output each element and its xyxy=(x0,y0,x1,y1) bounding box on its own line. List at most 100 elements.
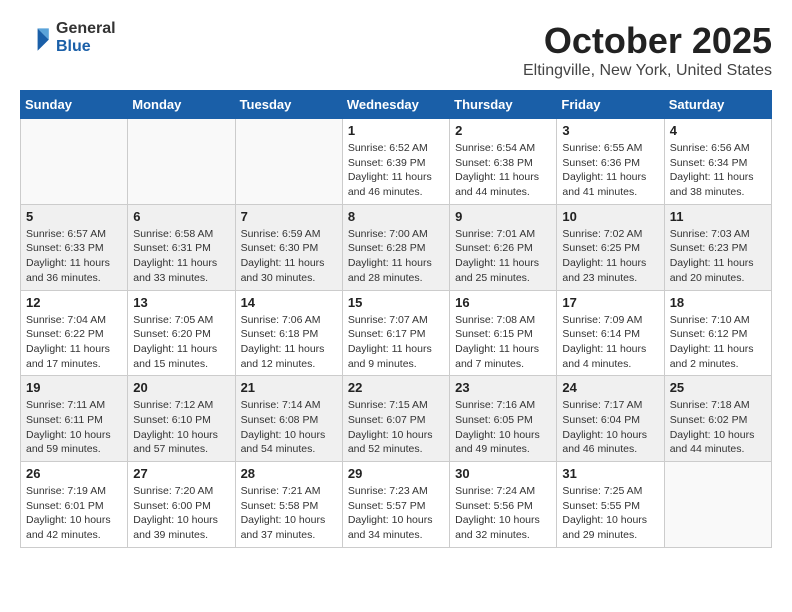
calendar-day-cell: 7 Sunrise: 6:59 AM Sunset: 6:30 PM Daylig… xyxy=(235,204,342,290)
day-number: 13 xyxy=(133,295,229,310)
day-number: 8 xyxy=(348,209,444,224)
calendar-day-cell: 27 Sunrise: 7:20 AM Sunset: 6:00 PM Dayli… xyxy=(128,462,235,548)
calendar-week-row: 12 Sunrise: 7:04 AM Sunset: 6:22 PM Dayli… xyxy=(21,290,772,376)
day-number: 26 xyxy=(26,466,122,481)
location: Eltingville, New York, United States xyxy=(523,62,772,80)
day-info: Sunrise: 7:03 AM Sunset: 6:23 PM Dayligh… xyxy=(670,227,766,286)
day-info: Sunrise: 7:11 AM Sunset: 6:11 PM Dayligh… xyxy=(26,398,122,457)
calendar-day-cell: 9Sunrise: 7:01 AM Sunset: 6:26 PM Daylig… xyxy=(450,204,557,290)
day-number: 23 xyxy=(455,380,551,395)
day-info: Sunrise: 7:02 AM Sunset: 6:25 PM Dayligh… xyxy=(562,227,658,286)
calendar-header-thursday: Thursday xyxy=(450,91,557,119)
day-info: Sunrise: 6:55 AM Sunset: 6:36 PM Dayligh… xyxy=(562,141,658,200)
page-header: General Blue October 2025 Eltingville, N… xyxy=(20,20,772,80)
calendar-day-cell: 4Sunrise: 6:56 AM Sunset: 6:34 PM Daylig… xyxy=(664,119,771,205)
calendar-day-cell: 17 Sunrise: 7:09 AM Sunset: 6:14 PM Dayli… xyxy=(557,290,664,376)
calendar-day-cell: 18 Sunrise: 7:10 AM Sunset: 6:12 PM Dayli… xyxy=(664,290,771,376)
calendar-day-cell: 10 Sunrise: 7:02 AM Sunset: 6:25 PM Dayli… xyxy=(557,204,664,290)
calendar-day-cell xyxy=(235,119,342,205)
day-number: 28 xyxy=(241,466,337,481)
day-info: Sunrise: 6:56 AM Sunset: 6:34 PM Dayligh… xyxy=(670,141,766,200)
title-block: October 2025 Eltingville, New York, Unit… xyxy=(523,20,772,80)
calendar-header-monday: Monday xyxy=(128,91,235,119)
day-number: 21 xyxy=(241,380,337,395)
calendar-day-cell: 15 Sunrise: 7:07 AM Sunset: 6:17 PM Dayli… xyxy=(342,290,449,376)
day-number: 1 xyxy=(348,123,444,138)
day-info: Sunrise: 7:20 AM Sunset: 6:00 PM Dayligh… xyxy=(133,484,229,543)
month-title: October 2025 xyxy=(523,20,772,62)
day-info: Sunrise: 7:25 AM Sunset: 5:55 PM Dayligh… xyxy=(562,484,658,543)
day-info: Sunrise: 7:05 AM Sunset: 6:20 PM Dayligh… xyxy=(133,313,229,372)
calendar-header-friday: Friday xyxy=(557,91,664,119)
day-info: Sunrise: 7:14 AM Sunset: 6:08 PM Dayligh… xyxy=(241,398,337,457)
calendar-day-cell: 12 Sunrise: 7:04 AM Sunset: 6:22 PM Dayli… xyxy=(21,290,128,376)
day-number: 2 xyxy=(455,123,551,138)
day-number: 27 xyxy=(133,466,229,481)
day-info: Sunrise: 6:52 AM Sunset: 6:39 PM Dayligh… xyxy=(348,141,444,200)
day-info: Sunrise: 7:09 AM Sunset: 6:14 PM Dayligh… xyxy=(562,313,658,372)
day-number: 25 xyxy=(670,380,766,395)
calendar-header-tuesday: Tuesday xyxy=(235,91,342,119)
calendar-day-cell: 14Sunrise: 7:06 AM Sunset: 6:18 PM Dayli… xyxy=(235,290,342,376)
day-info: Sunrise: 7:10 AM Sunset: 6:12 PM Dayligh… xyxy=(670,313,766,372)
calendar-day-cell: 25Sunrise: 7:18 AM Sunset: 6:02 PM Dayli… xyxy=(664,376,771,462)
day-info: Sunrise: 7:12 AM Sunset: 6:10 PM Dayligh… xyxy=(133,398,229,457)
day-info: Sunrise: 7:15 AM Sunset: 6:07 PM Dayligh… xyxy=(348,398,444,457)
calendar-week-row: 1 Sunrise: 6:52 AM Sunset: 6:39 PM Daylig… xyxy=(21,119,772,205)
calendar-week-row: 19 Sunrise: 7:11 AM Sunset: 6:11 PM Dayli… xyxy=(21,376,772,462)
day-info: Sunrise: 7:21 AM Sunset: 5:58 PM Dayligh… xyxy=(241,484,337,543)
calendar-day-cell: 19 Sunrise: 7:11 AM Sunset: 6:11 PM Dayli… xyxy=(21,376,128,462)
day-info: Sunrise: 7:04 AM Sunset: 6:22 PM Dayligh… xyxy=(26,313,122,372)
day-info: Sunrise: 7:06 AM Sunset: 6:18 PM Dayligh… xyxy=(241,313,337,372)
calendar-day-cell: 23 Sunrise: 7:16 AM Sunset: 6:05 PM Dayli… xyxy=(450,376,557,462)
calendar-week-row: 26Sunrise: 7:19 AM Sunset: 6:01 PM Dayli… xyxy=(21,462,772,548)
calendar-day-cell: 3 Sunrise: 6:55 AM Sunset: 6:36 PM Daylig… xyxy=(557,119,664,205)
calendar-header-saturday: Saturday xyxy=(664,91,771,119)
calendar-day-cell: 11 Sunrise: 7:03 AM Sunset: 6:23 PM Dayli… xyxy=(664,204,771,290)
day-info: Sunrise: 7:23 AM Sunset: 5:57 PM Dayligh… xyxy=(348,484,444,543)
day-info: Sunrise: 7:24 AM Sunset: 5:56 PM Dayligh… xyxy=(455,484,551,543)
calendar-day-cell: 2 Sunrise: 6:54 AM Sunset: 6:38 PM Daylig… xyxy=(450,119,557,205)
day-info: Sunrise: 6:59 AM Sunset: 6:30 PM Dayligh… xyxy=(241,227,337,286)
day-number: 15 xyxy=(348,295,444,310)
calendar-day-cell: 21 Sunrise: 7:14 AM Sunset: 6:08 PM Dayli… xyxy=(235,376,342,462)
day-number: 11 xyxy=(670,209,766,224)
day-number: 3 xyxy=(562,123,658,138)
day-info: Sunrise: 7:07 AM Sunset: 6:17 PM Dayligh… xyxy=(348,313,444,372)
calendar-day-cell xyxy=(21,119,128,205)
day-number: 31 xyxy=(562,466,658,481)
day-info: Sunrise: 6:54 AM Sunset: 6:38 PM Dayligh… xyxy=(455,141,551,200)
calendar-header-sunday: Sunday xyxy=(21,91,128,119)
calendar-day-cell: 22Sunrise: 7:15 AM Sunset: 6:07 PM Dayli… xyxy=(342,376,449,462)
calendar-day-cell: 8 Sunrise: 7:00 AM Sunset: 6:28 PM Daylig… xyxy=(342,204,449,290)
day-info: Sunrise: 6:57 AM Sunset: 6:33 PM Dayligh… xyxy=(26,227,122,286)
calendar-table: SundayMondayTuesdayWednesdayThursdayFrid… xyxy=(20,90,772,548)
logo-text: General Blue xyxy=(56,20,116,55)
calendar-day-cell: 16Sunrise: 7:08 AM Sunset: 6:15 PM Dayli… xyxy=(450,290,557,376)
calendar-header-wednesday: Wednesday xyxy=(342,91,449,119)
calendar-day-cell: 13 Sunrise: 7:05 AM Sunset: 6:20 PM Dayli… xyxy=(128,290,235,376)
calendar-day-cell xyxy=(128,119,235,205)
calendar-day-cell: 28 Sunrise: 7:21 AM Sunset: 5:58 PM Dayli… xyxy=(235,462,342,548)
calendar-day-cell: 30Sunrise: 7:24 AM Sunset: 5:56 PM Dayli… xyxy=(450,462,557,548)
day-info: Sunrise: 7:17 AM Sunset: 6:04 PM Dayligh… xyxy=(562,398,658,457)
day-number: 10 xyxy=(562,209,658,224)
day-number: 5 xyxy=(26,209,122,224)
day-number: 12 xyxy=(26,295,122,310)
calendar-header-row: SundayMondayTuesdayWednesdayThursdayFrid… xyxy=(21,91,772,119)
logo: General Blue xyxy=(20,20,116,55)
logo-blue: Blue xyxy=(56,38,116,56)
calendar-day-cell: 26Sunrise: 7:19 AM Sunset: 6:01 PM Dayli… xyxy=(21,462,128,548)
calendar-day-cell xyxy=(664,462,771,548)
calendar-day-cell: 31 Sunrise: 7:25 AM Sunset: 5:55 PM Dayli… xyxy=(557,462,664,548)
day-info: Sunrise: 7:00 AM Sunset: 6:28 PM Dayligh… xyxy=(348,227,444,286)
day-number: 17 xyxy=(562,295,658,310)
day-info: Sunrise: 6:58 AM Sunset: 6:31 PM Dayligh… xyxy=(133,227,229,286)
day-number: 19 xyxy=(26,380,122,395)
logo-icon xyxy=(20,22,52,54)
day-info: Sunrise: 7:08 AM Sunset: 6:15 PM Dayligh… xyxy=(455,313,551,372)
calendar-day-cell: 24Sunrise: 7:17 AM Sunset: 6:04 PM Dayli… xyxy=(557,376,664,462)
day-info: Sunrise: 7:16 AM Sunset: 6:05 PM Dayligh… xyxy=(455,398,551,457)
day-number: 7 xyxy=(241,209,337,224)
day-number: 18 xyxy=(670,295,766,310)
